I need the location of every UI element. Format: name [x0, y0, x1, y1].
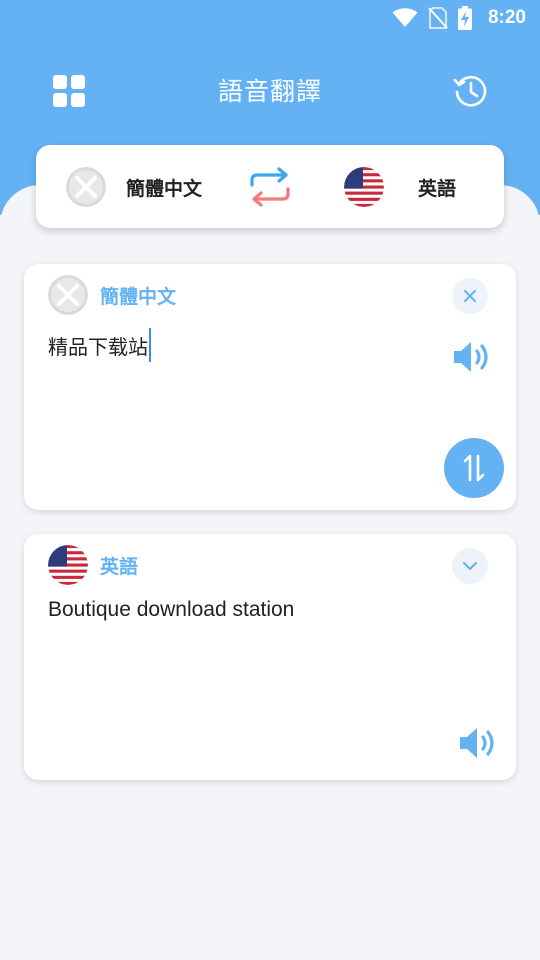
wifi-icon	[392, 8, 418, 27]
target-card-header: 英語	[48, 545, 138, 585]
play-translation-audio-button[interactable]	[458, 724, 500, 762]
status-time: 8:20	[487, 7, 526, 28]
chinese-flag-placeholder-icon	[48, 275, 88, 315]
target-language-label: 英語	[418, 177, 457, 200]
source-language-label: 簡體中文	[126, 177, 203, 200]
app-bar: 語音翻譯	[0, 62, 540, 118]
translated-text: Boutique download station	[48, 598, 295, 621]
us-flag-icon	[344, 167, 384, 207]
text-caret	[149, 328, 151, 362]
chinese-flag-placeholder-icon	[66, 167, 106, 207]
no-sim-icon	[428, 7, 448, 29]
status-bar: 8:20	[0, 0, 540, 36]
translation-result-card: 英語 Boutique download station	[24, 534, 516, 780]
source-card-language: 簡體中文	[100, 285, 177, 308]
source-text-value: 精品下载站	[48, 334, 148, 359]
swap-vertical-icon	[463, 454, 485, 482]
target-language-picker[interactable]: 英語	[344, 167, 456, 207]
clear-text-button[interactable]	[452, 278, 488, 314]
history-icon	[453, 75, 487, 107]
source-text-card: 簡體中文 精品下载站	[24, 264, 516, 510]
swap-arrows-icon	[250, 167, 290, 207]
battery-charging-icon	[457, 6, 472, 30]
history-button[interactable]	[452, 72, 490, 110]
source-text-input[interactable]: 精品下载站	[48, 328, 151, 362]
speaker-icon	[460, 728, 494, 758]
expand-button[interactable]	[452, 548, 488, 584]
language-selector: 簡體中文 英語	[36, 145, 504, 228]
close-icon	[464, 290, 476, 302]
chevron-down-icon	[462, 561, 478, 571]
source-card-header: 簡體中文	[48, 275, 176, 315]
speaker-icon	[454, 342, 488, 372]
target-card-language: 英語	[100, 555, 139, 578]
play-source-audio-button[interactable]	[452, 338, 494, 376]
us-flag-icon	[48, 545, 88, 585]
source-language-picker[interactable]: 簡體中文	[66, 167, 202, 207]
swap-languages-button[interactable]	[246, 163, 294, 211]
translate-button[interactable]	[444, 438, 504, 498]
